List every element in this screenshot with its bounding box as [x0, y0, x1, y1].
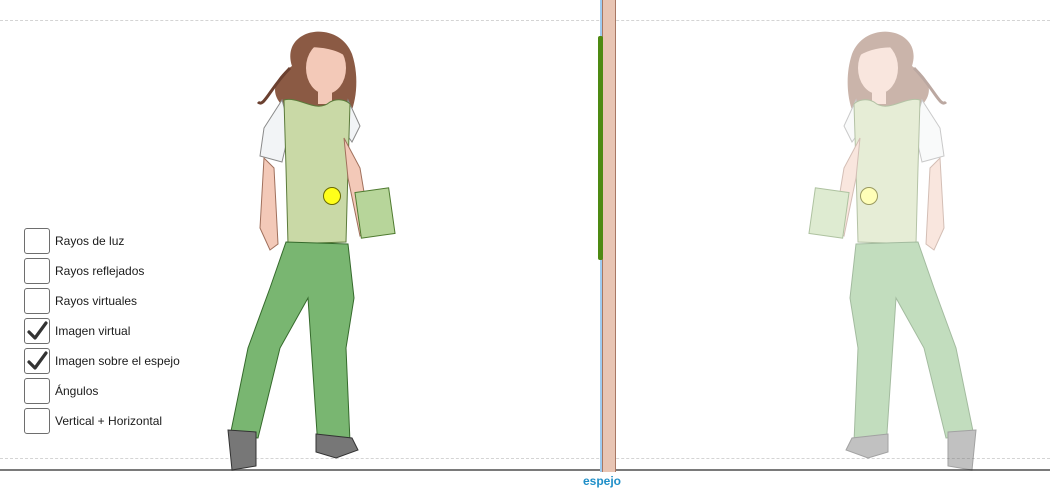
checkbox-box[interactable]: [24, 228, 50, 254]
girl-figure: [227, 31, 396, 471]
check-icon: [27, 351, 48, 370]
checkbox-imagen-virtual[interactable]: Imagen virtual: [24, 316, 180, 346]
checkbox-label: Imagen sobre el espejo: [55, 354, 180, 368]
check-icon: [27, 321, 48, 340]
checkbox-rayos-de-luz[interactable]: Rayos de luz: [24, 226, 180, 256]
mirror-label: espejo: [582, 474, 621, 488]
mirror-image-segment: [598, 36, 603, 260]
checkbox-label: Rayos virtuales: [55, 294, 138, 308]
object-point[interactable]: [323, 187, 341, 205]
checkbox-rayos-reflejados[interactable]: Rayos reflejados: [24, 256, 180, 286]
virtual-image-figure: [808, 31, 977, 471]
checkbox-box[interactable]: [24, 378, 50, 404]
checkbox-box[interactable]: [24, 258, 50, 284]
checkbox-label: Ángulos: [55, 384, 99, 398]
checkbox-imagen-sobre-el-espejo[interactable]: Imagen sobre el espejo: [24, 346, 180, 376]
checkbox-box[interactable]: [24, 318, 50, 344]
checkbox-label: Rayos reflejados: [55, 264, 145, 278]
mirror-body: [602, 0, 616, 472]
checkbox-angulos[interactable]: Ángulos: [24, 376, 180, 406]
checkbox-label: Rayos de luz: [55, 234, 125, 248]
checkbox-rayos-virtuales[interactable]: Rayos virtuales: [24, 286, 180, 316]
checkbox-box[interactable]: [24, 408, 50, 434]
options-panel: Rayos de luz Rayos reflejados Rayos virt…: [24, 226, 180, 436]
checkbox-label: Vertical + Horizontal: [55, 414, 163, 428]
checkbox-box[interactable]: [24, 348, 50, 374]
checkbox-vertical-horizontal[interactable]: Vertical + Horizontal: [24, 406, 180, 436]
checkbox-label: Imagen virtual: [55, 324, 131, 338]
checkbox-box[interactable]: [24, 288, 50, 314]
image-point: [860, 187, 878, 205]
